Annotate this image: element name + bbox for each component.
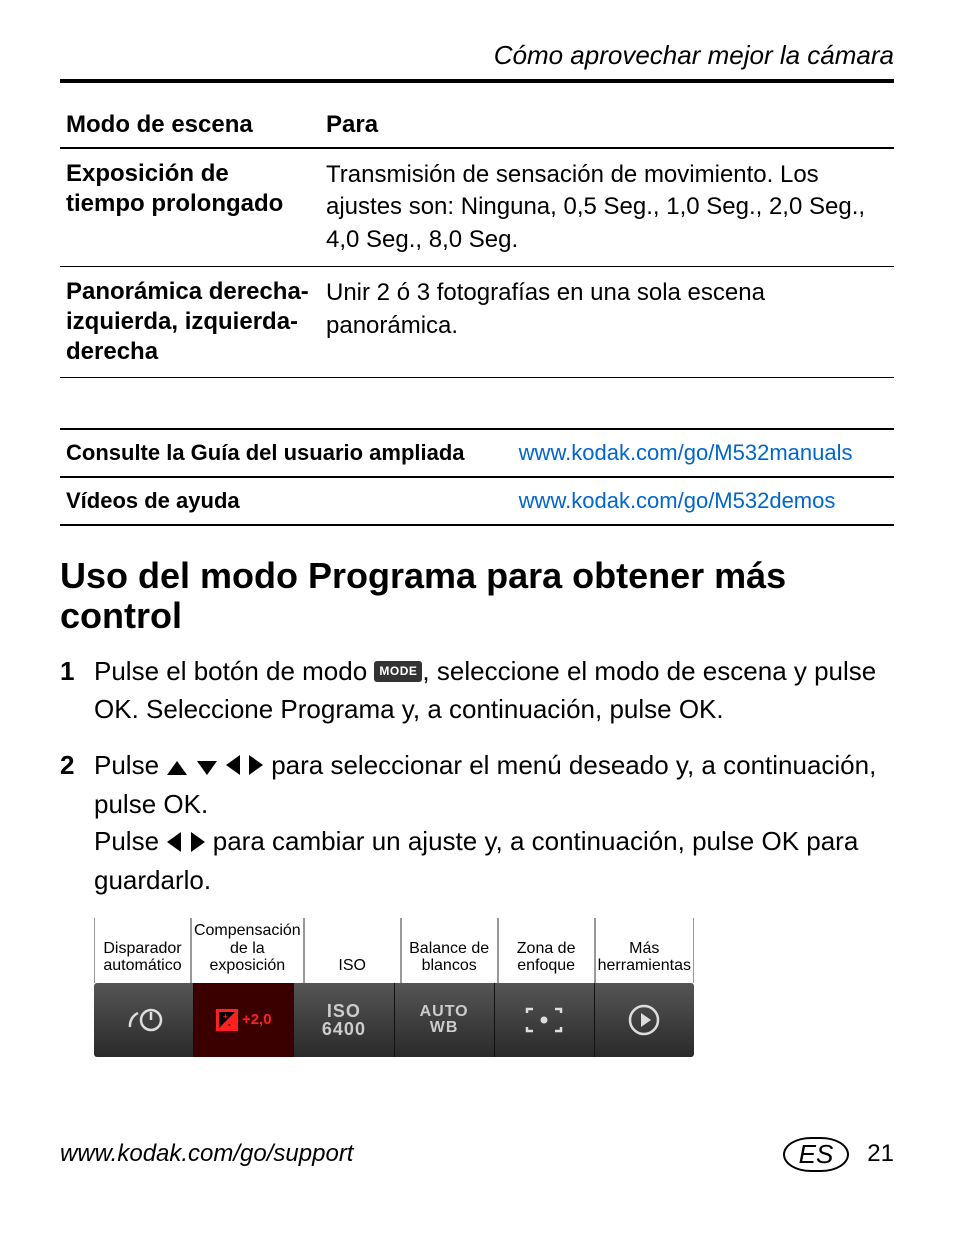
wb-value: WB: [430, 1019, 459, 1036]
list-item: 2 Pulse para seleccionar el menú deseado…: [60, 747, 894, 900]
scene-mode-desc: Transmisión de sensación de movimiento. …: [320, 148, 894, 267]
step-text: Pulse: [94, 750, 166, 780]
list-item: 1 Pulse el botón de modo MODE, seleccion…: [60, 653, 894, 728]
footer-url: www.kodak.com/go/support: [60, 1140, 353, 1168]
table-row: Consulte la Guía del usuario ampliada ww…: [60, 429, 894, 477]
toolbar-label-more-tools: Más herramientas: [595, 918, 694, 983]
link-label: Vídeos de ayuda: [60, 477, 513, 525]
iso-label: ISO: [327, 1001, 361, 1021]
table-row: Exposición de tiempo prolongado Transmis…: [60, 148, 894, 267]
toolbar-label-iso: ISO: [304, 918, 401, 983]
scene-mode-name: Exposición de tiempo prolongado: [60, 148, 320, 267]
link-url[interactable]: www.kodak.com/go/M532manuals: [513, 429, 894, 477]
focus-zone-icon: [495, 983, 595, 1057]
more-tools-icon: [595, 983, 694, 1057]
scene-mode-table: Modo de escena Para Exposición de tiempo…: [60, 103, 894, 378]
arrow-right-icon: [249, 748, 263, 786]
toolbar-label-self-timer: Disparador automático: [94, 918, 191, 983]
toolbar-label-exposure-comp: Compensación de la exposición: [191, 918, 304, 983]
iso-value: 6400: [322, 1019, 366, 1039]
step-body: Pulse para seleccionar el menú deseado y…: [94, 747, 894, 900]
steps-list: 1 Pulse el botón de modo MODE, seleccion…: [60, 653, 894, 900]
link-url[interactable]: www.kodak.com/go/M532demos: [513, 477, 894, 525]
running-head: Cómo aprovechar mejor la cámara: [60, 40, 894, 71]
table-row: Panorámica derecha-izquierda, izquierda-…: [60, 267, 894, 378]
exposure-value: +2,0: [242, 1011, 272, 1028]
self-timer-icon: [94, 983, 194, 1057]
scene-mode-name: Panorámica derecha-izquierda, izquierda-…: [60, 267, 320, 378]
arrow-left-icon: [226, 748, 240, 786]
arrow-left-icon: [167, 825, 181, 863]
table-row: Vídeos de ayuda www.kodak.com/go/M532dem…: [60, 477, 894, 525]
step-text: Pulse: [94, 826, 166, 856]
page-footer: www.kodak.com/go/support ES 21: [60, 1137, 894, 1172]
page-number: 21: [867, 1140, 894, 1168]
scene-col-for: Para: [320, 103, 894, 148]
header-rule: [60, 79, 894, 83]
step-body: Pulse el botón de modo MODE, seleccione …: [94, 653, 894, 728]
language-badge: ES: [783, 1137, 850, 1172]
section-heading: Uso del modo Programa para obtener más c…: [60, 556, 894, 635]
arrow-right-icon: [191, 825, 205, 863]
step-text: para cambiar un ajuste y, a continuación…: [94, 826, 858, 895]
link-label: Consulte la Guía del usuario ampliada: [60, 429, 513, 477]
program-toolbar: Disparador automático Compensación de la…: [94, 918, 694, 1057]
toolbar-label-white-balance: Balance de blancos: [401, 918, 498, 983]
scene-mode-desc: Unir 2 ó 3 fotografías en una sola escen…: [320, 267, 894, 378]
arrow-up-icon: [167, 748, 187, 786]
iso-icon: ISO6400: [294, 983, 394, 1057]
arrow-down-icon: [197, 748, 217, 786]
scene-col-mode: Modo de escena: [60, 103, 320, 148]
mode-button-icon: MODE: [374, 661, 422, 682]
svg-text:-: -: [228, 1020, 231, 1028]
exposure-comp-icon: +- +2,0: [194, 983, 294, 1057]
toolbar-label-focus-zone: Zona de enfoque: [498, 918, 595, 983]
step-number: 1: [60, 653, 94, 728]
step-text: Pulse el botón de modo: [94, 656, 374, 686]
links-table: Consulte la Guía del usuario ampliada ww…: [60, 428, 894, 526]
wb-label: AUTO: [420, 1003, 469, 1020]
exposure-plusminus-icon: +-: [216, 1009, 238, 1031]
step-number: 2: [60, 747, 94, 900]
white-balance-icon: AUTOWB: [395, 983, 495, 1057]
